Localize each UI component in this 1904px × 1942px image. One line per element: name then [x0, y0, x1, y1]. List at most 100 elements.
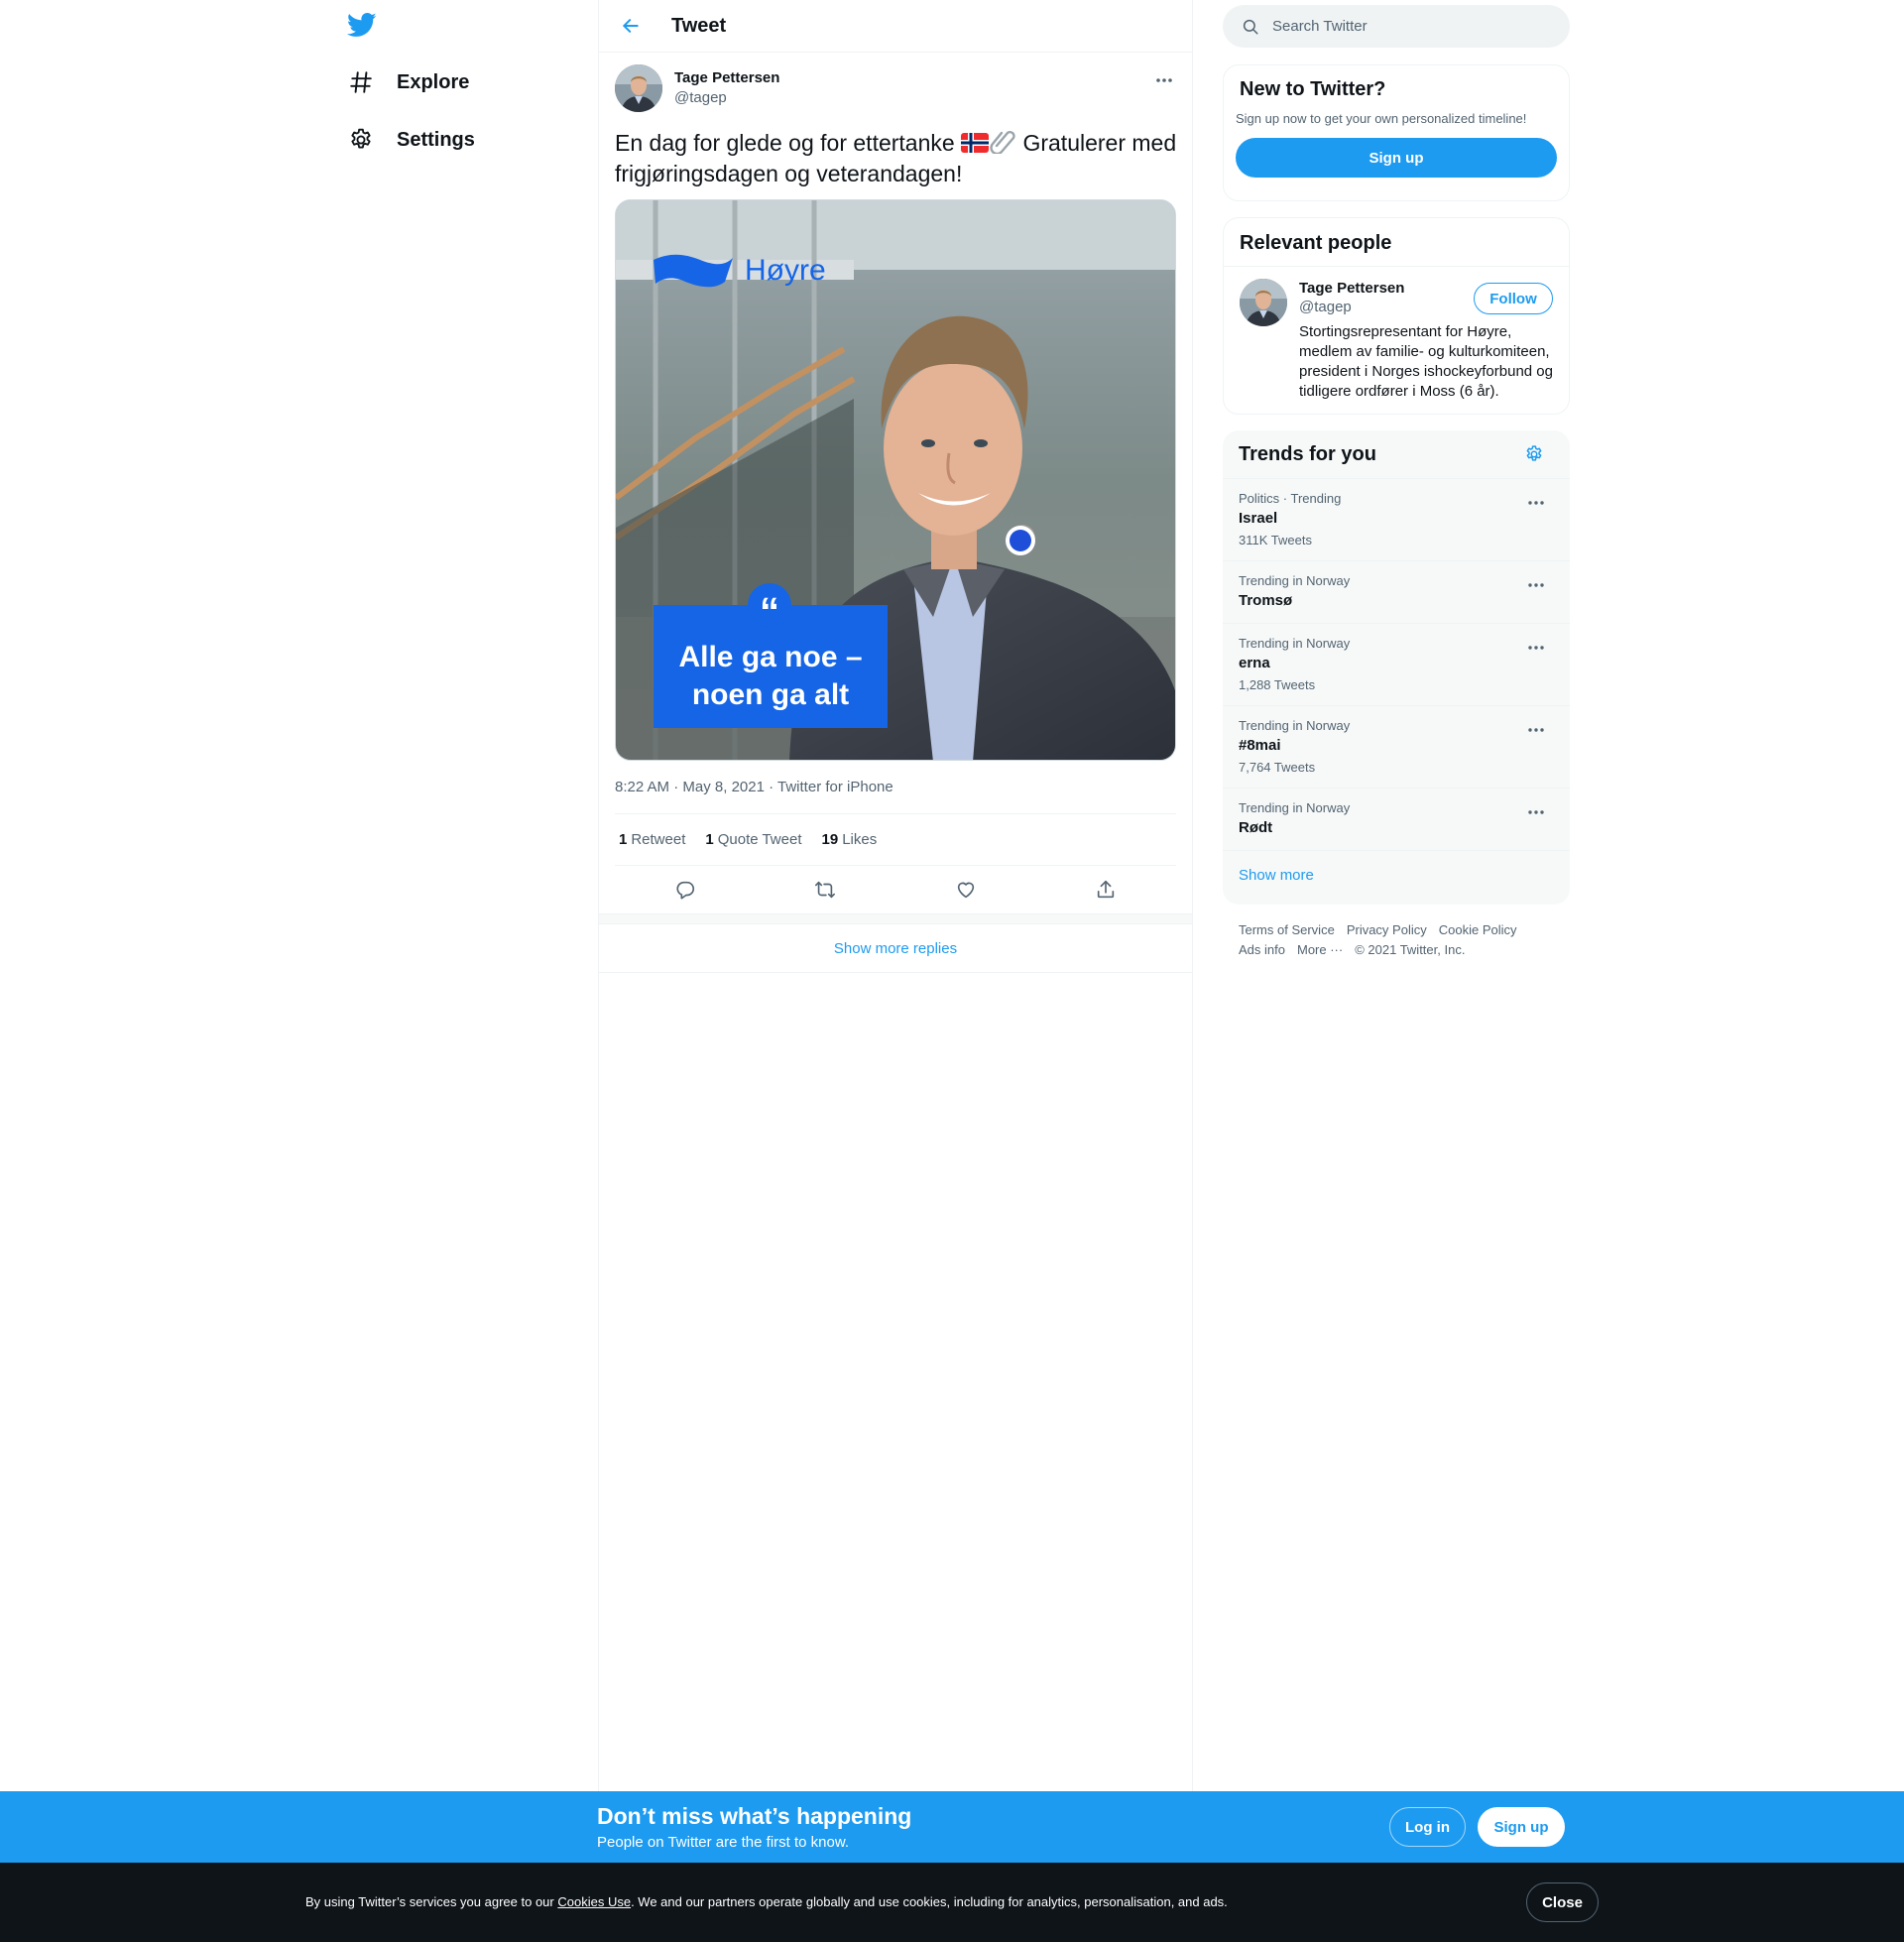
stat-count: 1: [619, 831, 628, 848]
twitter-bird-icon[interactable]: [346, 10, 379, 42]
relevant-people-card: Relevant people Tage Pettersen @tagep St…: [1223, 217, 1570, 415]
gear-icon: [1526, 445, 1542, 461]
new-to-twitter-card: New to Twitter? Sign up now to get your …: [1223, 64, 1570, 201]
trend-item[interactable]: Trending in Norway Rødt: [1223, 789, 1570, 851]
tweet-time[interactable]: 8:22 AM: [615, 779, 669, 795]
retweet-count[interactable]: 1 Retweet: [619, 831, 685, 848]
trend-item[interactable]: Trending in Norway Tromsø: [1223, 561, 1570, 624]
meta-separator: ·: [669, 779, 683, 795]
signup-button[interactable]: Sign up: [1478, 1807, 1565, 1847]
retweet-button[interactable]: [808, 873, 842, 907]
stat-label: Likes: [842, 831, 878, 848]
cookies-use-link[interactable]: Cookies Use: [557, 1894, 631, 1909]
nav-explore[interactable]: Explore: [347, 62, 469, 102]
footer-link-more[interactable]: More ···: [1297, 940, 1343, 960]
page-title: Tweet: [671, 14, 727, 37]
tweet-image[interactable]: Høyre “ Alle ga noe – noen ga alt: [615, 199, 1176, 761]
new-to-twitter-subtitle: Sign up now to get your own personalized…: [1236, 111, 1527, 126]
search-input[interactable]: [1272, 18, 1550, 35]
relevant-people-title: Relevant people: [1224, 218, 1569, 267]
paperclip-icon: [989, 128, 1016, 160]
more-dots-icon[interactable]: [1526, 802, 1546, 822]
login-button[interactable]: Log in: [1389, 1807, 1466, 1847]
trends-settings-button[interactable]: [1522, 442, 1546, 466]
likes-count[interactable]: 19 Likes: [822, 831, 878, 848]
tweet-text-part1: En dag for glede og for ettertanke: [615, 130, 962, 156]
trend-name: Tromsø: [1239, 592, 1293, 609]
more-dots-icon[interactable]: [1526, 720, 1546, 740]
nav-settings-label: Settings: [397, 128, 475, 151]
show-more-trends-link[interactable]: Show more: [1223, 851, 1570, 900]
page-header: Tweet: [599, 0, 1192, 53]
tweet-source[interactable]: Twitter for iPhone: [777, 779, 893, 795]
tweet-actions: [615, 866, 1176, 913]
signup-banner-title: Don’t miss what’s happening: [597, 1803, 912, 1829]
cookie-close-button[interactable]: Close: [1526, 1882, 1599, 1922]
trend-count: 7,764 Tweets: [1239, 760, 1316, 775]
relevant-person-bio: Stortingsrepresentant for Høyre, medlem …: [1299, 323, 1553, 400]
more-dots-icon[interactable]: [1526, 575, 1546, 595]
follow-button[interactable]: Follow: [1474, 283, 1553, 314]
avatar[interactable]: [1240, 279, 1287, 326]
more-dots-icon: [1156, 78, 1172, 82]
show-more-replies-link[interactable]: Show more replies: [599, 924, 1192, 973]
back-button[interactable]: [614, 9, 648, 43]
stat-count: 19: [821, 831, 839, 848]
stat-label: Retweet: [631, 831, 686, 848]
hashtag-icon: [347, 68, 375, 96]
trend-name: Rødt: [1239, 819, 1273, 836]
author-name[interactable]: Tage Pettersen: [674, 68, 779, 88]
footer-copyright: © 2021 Twitter, Inc.: [1355, 942, 1466, 957]
trend-item[interactable]: Trending in Norway #8mai 7,764 Tweets: [1223, 706, 1570, 789]
share-icon: [1098, 880, 1115, 899]
trends-header: Trends for you: [1223, 430, 1570, 479]
footer-link-privacy[interactable]: Privacy Policy: [1347, 920, 1427, 940]
new-to-twitter-title: New to Twitter?: [1240, 78, 1386, 100]
quote-line-2: noen ga alt: [692, 678, 849, 711]
arrow-left-icon: [623, 19, 639, 33]
trend-name: #8mai: [1239, 737, 1281, 754]
tweet-author: Tage Pettersen @tagep: [615, 64, 1176, 112]
trend-count: 311K Tweets: [1239, 533, 1312, 547]
stat-count: 1: [705, 831, 714, 848]
avatar[interactable]: [615, 64, 662, 112]
like-button[interactable]: [949, 873, 983, 907]
footer-links: Terms of Service Privacy Policy Cookie Pol…: [1239, 920, 1566, 960]
search-icon: [1241, 17, 1260, 37]
trend-name: Israel: [1239, 510, 1278, 527]
hoyre-brand-text: Høyre: [745, 254, 826, 287]
footer-link-cookies[interactable]: Cookie Policy: [1439, 920, 1517, 940]
author-handle[interactable]: @tagep: [674, 88, 779, 108]
trends-title: Trends for you: [1239, 442, 1376, 465]
meta-separator: ·: [764, 779, 778, 795]
tweet-date[interactable]: May 8, 2021: [682, 779, 765, 795]
signup-banner: Don’t miss what’s happening People on Tw…: [0, 1791, 1904, 1863]
more-dots-icon[interactable]: [1526, 493, 1546, 513]
signup-banner-subtitle: People on Twitter are the first to know.: [597, 1834, 850, 1851]
trend-item[interactable]: Politics · Trending Israel 311K Tweets: [1223, 479, 1570, 561]
trend-context: Politics · Trending: [1239, 491, 1342, 506]
cookie-banner: By using Twitter’s services you agree to…: [0, 1863, 1904, 1942]
tweet: Tage Pettersen @tagep En dag for glede o…: [599, 53, 1192, 913]
share-button[interactable]: [1089, 873, 1123, 907]
nav-settings[interactable]: Settings: [347, 120, 475, 160]
trends-card: Trends for you Politics · Trending Israe…: [1223, 430, 1570, 905]
author-text: Tage Pettersen @tagep: [674, 68, 779, 108]
tweet-meta: 8:22 AM · May 8, 2021 · Twitter for iPho…: [615, 778, 1176, 797]
trend-name: erna: [1239, 655, 1270, 671]
cookie-text: By using Twitter’s services you agree to…: [305, 1894, 1228, 1909]
like-icon: [957, 882, 974, 899]
sidebar-signup-button[interactable]: Sign up: [1236, 138, 1557, 178]
retweet-icon: [815, 881, 836, 899]
trend-context: Trending in Norway: [1239, 636, 1351, 651]
reply-button[interactable]: [668, 873, 702, 907]
more-options-button[interactable]: [1152, 68, 1176, 92]
trend-item[interactable]: Trending in Norway erna 1,288 Tweets: [1223, 624, 1570, 706]
section-divider: [599, 913, 1192, 924]
search-bar[interactable]: [1223, 5, 1570, 48]
trend-context: Trending in Norway: [1239, 800, 1351, 815]
footer-link-ads[interactable]: Ads info: [1239, 940, 1285, 960]
quote-tweet-count[interactable]: 1 Quote Tweet: [705, 831, 801, 848]
footer-link-terms[interactable]: Terms of Service: [1239, 920, 1335, 940]
more-dots-icon[interactable]: [1526, 638, 1546, 658]
